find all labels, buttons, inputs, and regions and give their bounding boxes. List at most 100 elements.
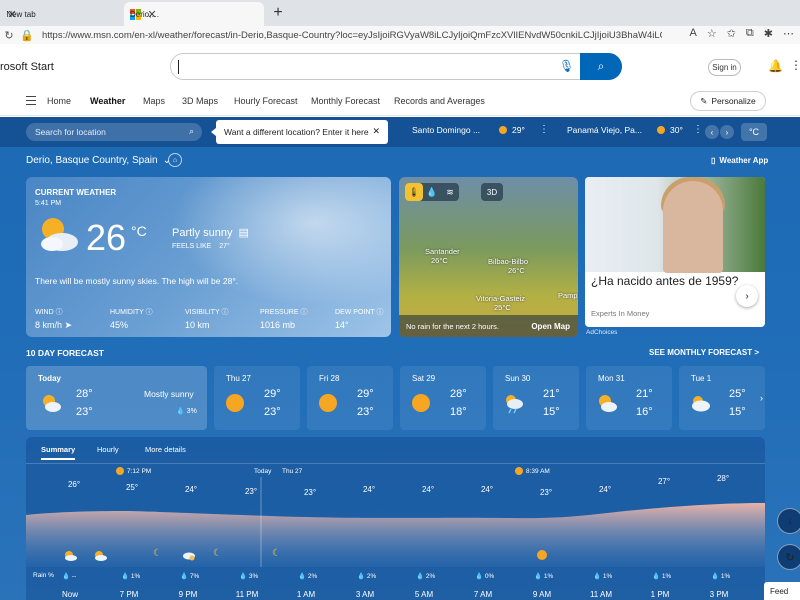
more-icon[interactable]: ⋯ (783, 27, 794, 40)
location-search-input[interactable]: Search for location ⌕ (26, 123, 202, 141)
forecast-day[interactable]: Sun 30 21° 15° (493, 366, 579, 430)
weather-app-link[interactable]: ▯ Weather App (711, 156, 768, 165)
chevron-right-icon[interactable]: › (760, 393, 763, 403)
open-map-link[interactable]: Open Map (531, 322, 570, 331)
temperature-layer-icon[interactable]: 🌡 (405, 183, 423, 201)
time-label: Now (61, 590, 78, 599)
collections-icon[interactable]: ⧉ (746, 27, 754, 40)
ad-choices[interactable]: AdChoices (586, 329, 617, 336)
sunny-icon (319, 394, 337, 412)
temp-label: 23° (303, 488, 317, 497)
tab-weather[interactable]: Derio, Basque Country, Spain we ✕ (124, 2, 264, 26)
ad-card[interactable]: ¿Ha nacido antes de 1959? Experts In Mon… (585, 177, 765, 327)
new-tab-button[interactable]: + (270, 4, 286, 22)
favorites-icon[interactable]: ✩ (727, 27, 736, 40)
weather-app-label: Weather App (719, 156, 769, 165)
ad-image (585, 177, 765, 273)
refresh-button[interactable]: ↻ (777, 544, 800, 570)
read-aloud-icon[interactable]: A (689, 27, 696, 40)
quick-location[interactable]: Santo Domingo ... 29° (412, 125, 525, 135)
temp-label: 24° (480, 485, 494, 494)
forecast-day[interactable]: Mon 31 21° 16° (586, 366, 672, 430)
favorite-star-icon[interactable]: ☆ (707, 27, 717, 40)
unit-toggle[interactable]: °C (741, 123, 767, 141)
more-icon[interactable]: ⋮ (539, 124, 549, 135)
ad-source: Experts In Money (591, 309, 650, 318)
extensions-icon[interactable]: ✱ (764, 27, 773, 40)
forecast-day[interactable]: Thu 27 29° 23° (214, 366, 300, 430)
nav-home[interactable]: Home (47, 96, 71, 106)
nav-3d-maps[interactable]: 3D Maps (182, 96, 218, 106)
location-selector[interactable]: Derio, Basque Country, Spain ⌄ (26, 155, 171, 166)
address-bar: ↻ 🔒 https://www.msn.com/en-xl/weather/fo… (0, 26, 800, 44)
brand-logo[interactable]: rosoft Start (0, 61, 54, 73)
rain-value: 💧 7% (180, 573, 200, 580)
forecast-day-today[interactable]: Today 28° 23° Mostly sunny 💧 3% (26, 366, 207, 430)
tab-new-tab[interactable]: New tab ✕ (0, 2, 124, 26)
forecast-day[interactable]: Fri 28 29° 23° (307, 366, 393, 430)
tab-label: Derio, Basque Country, Spain we (130, 9, 160, 19)
chevron-right-icon[interactable]: › (736, 285, 758, 307)
stat-value: 8 km/h (35, 320, 63, 330)
moon-icon: ☾ (213, 548, 222, 559)
wind-layer-icon[interactable]: ≋ (441, 183, 459, 201)
stat-value: 45% (110, 320, 129, 330)
search-icon[interactable]: ⌕ (189, 126, 194, 137)
monthly-forecast-link[interactable]: SEE MONTHLY FORECAST > (649, 348, 759, 357)
bell-icon[interactable]: 🔔 (768, 59, 783, 73)
sign-in-button[interactable]: Sign in (708, 59, 741, 76)
map-label: Santander 26°C (425, 247, 460, 265)
feedback-button[interactable]: Feed (764, 582, 800, 600)
url-field[interactable]: https://www.msn.com/en-xl/weather/foreca… (42, 30, 662, 41)
divider (26, 463, 765, 464)
rain-value: 💧 2% (298, 573, 318, 580)
chevron-left-icon[interactable]: ‹ (705, 125, 719, 139)
ad-title[interactable]: ¿Ha nacido antes de 1959? (591, 274, 741, 289)
tab-hourly[interactable]: Hourly (97, 445, 119, 454)
stat-dew-point[interactable]: DEW POINT ⓘ 14° (335, 307, 384, 330)
menu-icon[interactable] (26, 96, 36, 108)
map-3d-button[interactable]: 3D (481, 183, 503, 201)
weather-map-card[interactable]: 🌡 💧 ≋ 3D Santander 26°C Bilbao-Bilbo 26°C … (399, 177, 578, 337)
cloudy-icon (692, 396, 710, 412)
search-icon: ⌕ (597, 59, 605, 73)
search-input[interactable]: 🎙 ⌕ (170, 53, 622, 80)
wind-direction-icon: ➤ (64, 320, 73, 330)
search-button[interactable]: ⌕ (580, 53, 622, 80)
stat-pressure[interactable]: PRESSURE ⓘ 1016 mb (260, 307, 307, 330)
scroll-down-button[interactable]: ↓ (777, 508, 800, 534)
stat-humidity[interactable]: HUMIDITY ⓘ 45% (110, 307, 153, 330)
home-icon[interactable]: ⌂ (168, 153, 182, 167)
nav-weather[interactable]: Weather (90, 96, 125, 106)
nav-hourly-forecast[interactable]: Hourly Forecast (234, 96, 298, 106)
stat-visibility[interactable]: VISIBILITY ⓘ 10 km (185, 307, 228, 330)
precipitation-layer-icon[interactable]: 💧 (423, 183, 441, 201)
lock-icon[interactable]: 🔒 (18, 29, 36, 42)
forecast-day[interactable]: Tue 1 25° 15° (679, 366, 765, 430)
temp-label: 24° (184, 485, 198, 494)
feels-like: FEELS LIKE 27° (172, 243, 230, 250)
quick-location[interactable]: Panamá Viejo, Pa... 30° (567, 125, 683, 135)
weather-page: Search for location ⌕ Want a different l… (0, 117, 800, 600)
forecast-day[interactable]: Sat 29 28° 18° (400, 366, 486, 430)
stat-wind[interactable]: WIND ⓘ 8 km/h ➤ (35, 307, 72, 331)
moon-icon: ☾ (272, 548, 281, 559)
time-label: 11 PM (235, 590, 259, 599)
personalize-button[interactable]: ✎ Personalize (690, 91, 766, 111)
tab-summary[interactable]: Summary (41, 445, 76, 460)
nav-maps[interactable]: Maps (143, 96, 165, 106)
nav-records-averages[interactable]: Records and Averages (394, 96, 485, 106)
tab-more-details[interactable]: More details (145, 445, 186, 454)
sun-icon (537, 550, 547, 560)
current-temperature: 26 (86, 217, 127, 258)
more-icon[interactable]: ⋮ (693, 124, 703, 135)
nav-monthly-forecast[interactable]: Monthly Forecast (311, 96, 380, 106)
current-weather-card[interactable]: CURRENT WEATHER 5:41 PM 26 °C Partly sun… (26, 177, 391, 337)
more-icon[interactable]: ⋮ (790, 58, 800, 72)
chevron-right-icon[interactable]: › (720, 125, 734, 139)
close-icon[interactable]: ✕ (372, 126, 380, 137)
microphone-icon[interactable]: 🎙 (559, 59, 574, 73)
partly-sunny-icon (95, 551, 107, 561)
quick-location-temp: 29° (512, 125, 525, 135)
refresh-icon[interactable]: ↻ (0, 29, 18, 42)
